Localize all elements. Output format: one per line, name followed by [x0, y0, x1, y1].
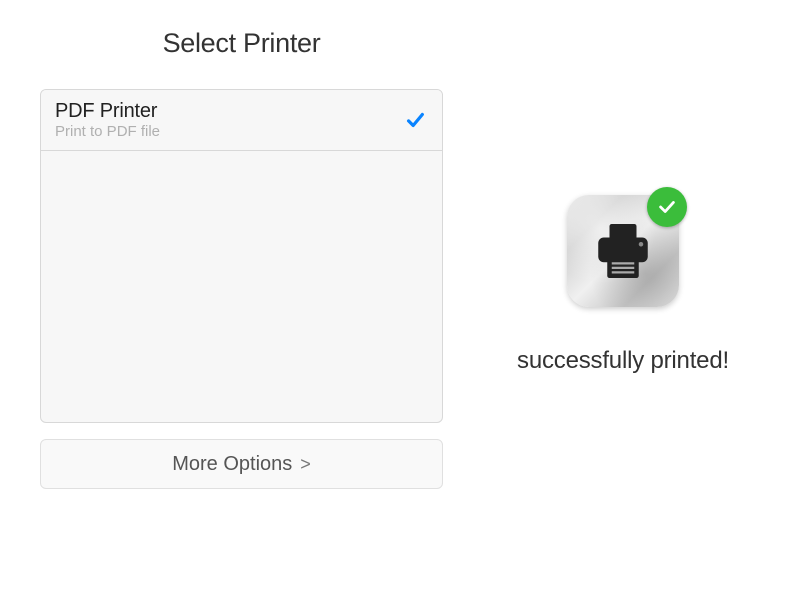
- printer-name: PDF Printer: [55, 100, 160, 123]
- printer-item-text: PDF Printer Print to PDF file: [55, 100, 160, 140]
- printer-list: PDF Printer Print to PDF file: [40, 89, 443, 423]
- more-options-label: More Options: [172, 453, 292, 476]
- status-message: successfully printed!: [517, 347, 729, 375]
- page-title: Select Printer: [40, 28, 443, 59]
- status-panel: successfully printed!: [498, 195, 748, 375]
- printer-select-panel: Select Printer PDF Printer Print to PDF …: [40, 28, 443, 489]
- printer-description: Print to PDF file: [55, 123, 160, 140]
- checkmark-icon: [404, 109, 426, 131]
- printer-item-pdf[interactable]: PDF Printer Print to PDF file: [41, 90, 442, 151]
- more-options-button[interactable]: More Options >: [40, 439, 443, 489]
- chevron-right-icon: >: [300, 454, 311, 475]
- printer-app-icon-wrap: [567, 195, 679, 307]
